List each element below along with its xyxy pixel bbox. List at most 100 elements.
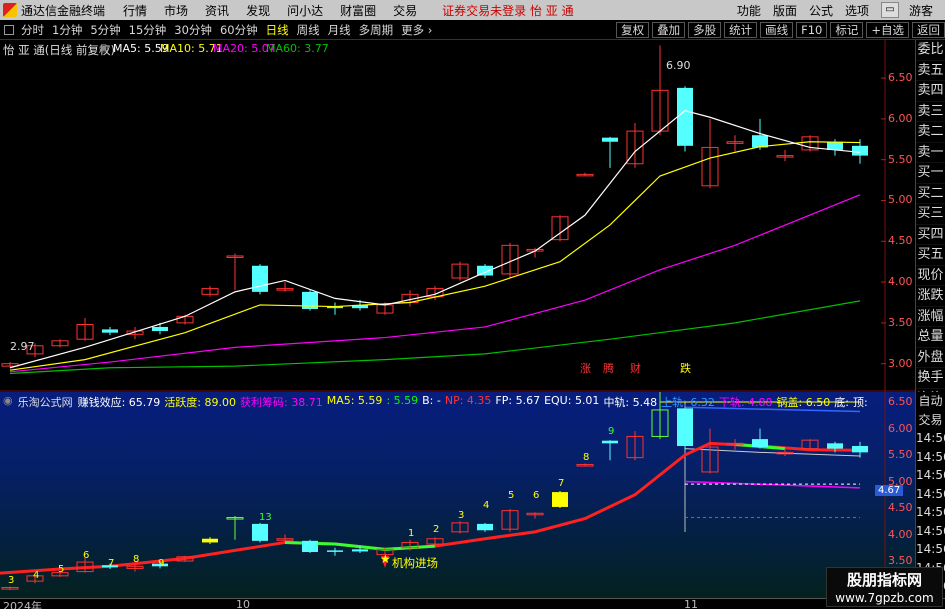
count-label: 4: [33, 570, 40, 581]
trade-field-label[interactable]: 14:56: [916, 522, 945, 541]
trade-field-label[interactable]: 14:56: [916, 540, 945, 559]
btn-overlay[interactable]: 叠加: [652, 21, 686, 38]
indicator-value: 获利筹码: 38.71: [240, 396, 323, 409]
trade-field-label[interactable]: 交易: [916, 411, 945, 430]
indicator-value: EQU: 5.01: [544, 394, 600, 407]
price-tick-label: 5.50: [888, 152, 913, 166]
signal-1: 涨: [580, 362, 591, 375]
indicator-value: 锅盖: 6.50: [776, 396, 831, 409]
trade-field-label[interactable]: 14:56: [916, 429, 945, 448]
count-label: 13: [259, 512, 272, 523]
trade-field-label[interactable]: 14:56: [916, 485, 945, 504]
count-label: 6: [83, 550, 90, 561]
app-logo-icon: [3, 3, 17, 17]
count-label: 8: [583, 452, 590, 463]
quote-field-label[interactable]: 换手: [916, 368, 945, 389]
period-5min[interactable]: 5分钟: [86, 22, 124, 38]
kline-canvas[interactable]: [0, 40, 915, 392]
period-monthly[interactable]: 月线: [324, 22, 355, 38]
trade-field-label[interactable]: 14:56: [916, 466, 945, 485]
btn-f10[interactable]: F10: [796, 21, 828, 38]
signal-4: 跌: [680, 362, 691, 375]
signal-2: 腾: [603, 362, 614, 375]
quote-field-label[interactable]: 买二: [916, 184, 945, 204]
watermark-title: 股朋指标网: [846, 571, 922, 589]
menu-function[interactable]: 功能: [737, 2, 761, 19]
candle-down: [102, 329, 118, 333]
period-15min[interactable]: 15分钟: [125, 22, 171, 38]
period-timeshare[interactable]: 分时: [17, 22, 48, 38]
quote-field-label[interactable]: 买四: [916, 225, 945, 245]
quote-field-label[interactable]: 卖五: [916, 61, 945, 81]
period-1min[interactable]: 1分钟: [48, 22, 86, 38]
quote-field-label[interactable]: 涨跌: [916, 286, 945, 307]
menu-trade[interactable]: 交易: [393, 2, 417, 19]
btn-mark[interactable]: 标记: [830, 21, 864, 38]
login-notice[interactable]: 证券交易未登录 怡 亚 通: [442, 2, 573, 19]
main-kline-chart[interactable]: 怡 亚 通(日线 前复权) ◉ MA5: 5.59 MA10: 5.71 MA2…: [0, 40, 915, 392]
menu-wealth[interactable]: 财富圈: [340, 2, 376, 19]
indicator-value: : 5.59: [386, 394, 419, 407]
menu-quotes[interactable]: 行情: [123, 2, 147, 19]
trade-field-label[interactable]: 自动: [916, 392, 945, 411]
btn-multi-stock[interactable]: 多股: [688, 21, 722, 38]
star-icon: ★: [380, 552, 391, 566]
count-label: 3: [8, 575, 15, 586]
period-60min[interactable]: 60分钟: [216, 22, 262, 38]
checkbox-icon[interactable]: [4, 24, 14, 35]
sub-candle-down: [352, 549, 368, 552]
trade-field-label[interactable]: 14:56: [916, 448, 945, 467]
menu-options[interactable]: 选项: [845, 2, 869, 19]
signal-3: 财: [630, 362, 641, 375]
entry-label: 机构进场: [392, 556, 438, 570]
menu-formula[interactable]: 公式: [809, 2, 833, 19]
price-tick-label: 3.50: [888, 315, 913, 329]
quote-field-label[interactable]: 涨幅: [916, 307, 945, 327]
menu-layout[interactable]: 版面: [773, 2, 797, 19]
count-label: 5: [58, 564, 65, 575]
price-tick-label: 4.50: [888, 234, 913, 248]
btn-add-watch[interactable]: +自选: [866, 21, 909, 38]
quote-field-label[interactable]: 卖三: [916, 102, 945, 122]
sub-candle-down: [602, 440, 618, 444]
quote-field-label[interactable]: 现价: [916, 266, 945, 286]
period-multi[interactable]: 多周期: [355, 22, 398, 38]
sub-candle-down: [202, 538, 218, 543]
period-toolbar: 分时 1分钟 5分钟 15分钟 30分钟 60分钟 日线 周线 月线 多周期 更…: [0, 20, 945, 40]
menu-market[interactable]: 市场: [164, 2, 188, 19]
indicator-icon[interactable]: ◉: [3, 394, 13, 408]
menu-ask[interactable]: 问小达: [287, 2, 323, 19]
btn-back[interactable]: 返回: [912, 21, 945, 38]
indicator-chart[interactable]: ★ ◉ 乐淘公式网 赚钱效应: 65.79 活跃度: 89.00 获利筹码: 38.…: [0, 392, 915, 598]
quote-field-label[interactable]: 买五: [916, 245, 945, 266]
price-tick-label: 6.50: [888, 71, 913, 85]
period-more[interactable]: 更多 ›: [397, 22, 436, 38]
count-label: 9: [608, 426, 615, 437]
indicator-value: FP: 5.67: [495, 394, 541, 407]
collapse-icon[interactable]: ◉: [99, 41, 109, 54]
period-30min[interactable]: 30分钟: [170, 22, 216, 38]
btn-stats[interactable]: 统计: [724, 21, 758, 38]
trade-field-label[interactable]: 14:56: [916, 503, 945, 522]
user-label[interactable]: 游客: [909, 2, 933, 19]
quote-field-label[interactable]: 买三: [916, 204, 945, 225]
sub-candle-down: [477, 523, 493, 531]
quote-field-label[interactable]: 外盘: [916, 348, 945, 368]
quote-field-label[interactable]: 卖四: [916, 81, 945, 102]
sub-candle-down: [552, 492, 568, 507]
window-icon[interactable]: ▭: [880, 2, 899, 18]
btn-draw[interactable]: 画线: [760, 21, 794, 38]
candle-down: [827, 141, 843, 150]
quote-field-label[interactable]: 总量: [916, 327, 945, 348]
quote-field-label[interactable]: 买一: [916, 163, 945, 184]
quote-field-label[interactable]: 委比: [916, 40, 945, 61]
menu-discover[interactable]: 发现: [246, 2, 270, 19]
indicator-tick-label: 3.50: [888, 554, 913, 567]
quote-field-label[interactable]: 卖一: [916, 143, 945, 163]
indicator-canvas[interactable]: ★: [0, 392, 915, 598]
period-daily[interactable]: 日线: [262, 22, 293, 38]
period-weekly[interactable]: 周线: [293, 22, 324, 38]
btn-adjust[interactable]: 复权: [616, 21, 650, 38]
menu-news[interactable]: 资讯: [205, 2, 229, 19]
quote-field-label[interactable]: 卖二: [916, 122, 945, 143]
